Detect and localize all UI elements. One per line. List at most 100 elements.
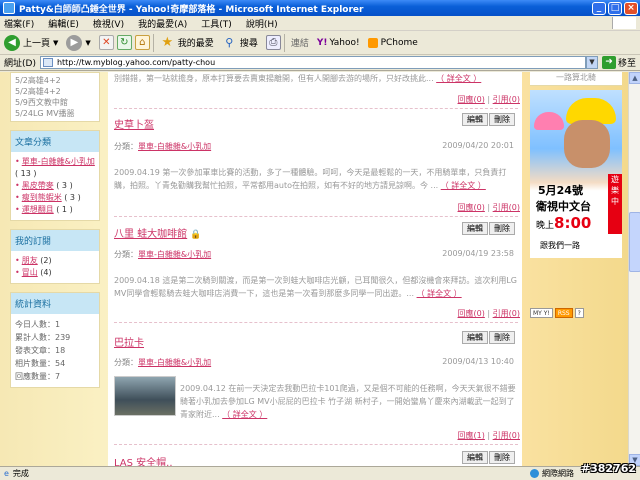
post-excerpt: 2009.04.19 第一次參加軍車比賽的活動，多了一種體驗。呵呵，今天是最輕鬆… (114, 166, 518, 192)
close-button[interactable]: × (624, 1, 638, 15)
category-label: 分類： (114, 358, 138, 367)
stat-photos: 相片數量：54 (15, 359, 66, 368)
status-text: 完成 (12, 469, 29, 478)
delete-button[interactable]: 刪除 (489, 451, 515, 464)
scroll-up-icon[interactable]: ▲ (629, 72, 640, 84)
subscription-link[interactable]: 冒山 (22, 268, 38, 277)
address-url: http://tw.myblog.yahoo.com/patty-chou (56, 58, 216, 67)
post-meta: 分類：單車-白雜雜&小乳加 2009/04/19 23:58 (114, 249, 514, 260)
delete-button[interactable]: 刪除 (489, 113, 515, 126)
post-date: 2009/04/19 23:58 (442, 249, 514, 258)
lock-icon: 🔒 (190, 230, 202, 240)
read-more-link[interactable]: （ 詳全文 ） (436, 74, 481, 83)
post-category-link[interactable]: 單車-白雜雜&小乳加 (138, 142, 211, 151)
search-label: 搜尋 (239, 39, 258, 49)
left-sidebar: 5/2高雄4+2 5/2高雄4+2 5/9西文教中館 5/24LG MV播噐 文… (10, 72, 100, 396)
post-actions: 回應(0) | 引用(0) (457, 309, 520, 318)
subscriptions-title: 我的訂閱 (11, 230, 99, 251)
subscription-item: • 朋友 (2) (15, 256, 52, 265)
printer-icon[interactable]: ⎙ (265, 35, 281, 50)
read-more-link[interactable]: （ 詳全文 ） (417, 289, 462, 298)
category-link[interactable]: 黑皮帶麥 (22, 181, 54, 190)
delete-button[interactable]: 刪除 (489, 331, 515, 344)
post-divider (114, 216, 518, 217)
edit-button[interactable]: 編輯 (462, 222, 488, 235)
right-widget-title: 一路算北騎 (530, 72, 622, 86)
category-link[interactable]: 瘦到熊蝦米 (22, 193, 62, 202)
forward-arrow-icon: ▶ (66, 34, 83, 51)
category-link[interactable]: 單車-白雜雜&小乳加 (22, 157, 95, 166)
stop-icon[interactable]: ✕ (98, 35, 114, 50)
category-link[interactable]: 運想翻且 (22, 205, 54, 214)
right-sidebar: 一路算北騎 5月24號 衛視中文台 晚上8:00 跟我們一路 遊樂中 MY Y!… (530, 72, 622, 318)
search-button[interactable]: ⚲ 搜尋 (222, 35, 258, 50)
delete-button[interactable]: 刪除 (489, 222, 515, 235)
address-input[interactable]: http://tw.myblog.yahoo.com/patty-chou (39, 56, 586, 69)
read-more-link[interactable]: （ 詳全文 ） (222, 410, 267, 419)
vertical-scrollbar[interactable]: ▲ ▼ (628, 72, 640, 466)
ad-time-value: 8:00 (554, 214, 592, 232)
post-title[interactable]: 八里 蛙大咖啡館 (114, 229, 187, 240)
yahoo-label: Yahoo! (329, 37, 360, 48)
maximize-button[interactable]: □ (608, 1, 622, 15)
post-title[interactable]: LAS 安全帽.. (114, 458, 173, 466)
scroll-thumb[interactable] (629, 212, 640, 272)
refresh-icon[interactable]: ↻ (116, 35, 132, 50)
star-icon: ★ (161, 35, 174, 50)
menu-help[interactable]: 說明(H) (246, 17, 278, 30)
recent-item[interactable]: 5/2高雄4+2 (15, 86, 95, 97)
home-icon[interactable]: ⌂ (134, 35, 150, 50)
address-bar: 網址(D) http://tw.myblog.yahoo.com/patty-c… (0, 55, 640, 71)
recent-item[interactable]: 5/9西文教中館 (15, 97, 95, 108)
back-dropdown-icon[interactable]: ▼ (53, 39, 58, 47)
post-category-link[interactable]: 單車-白雜雜&小乳加 (138, 250, 211, 259)
post-date: 2009/04/20 20:01 (442, 141, 514, 150)
edit-button[interactable]: 編輯 (462, 331, 488, 344)
ad-banner[interactable]: 5月24號 衛視中文台 晚上8:00 跟我們一路 遊樂中 (530, 90, 622, 258)
address-dropdown-icon[interactable]: ▼ (585, 56, 598, 69)
ad-time: 晚上8:00 (536, 214, 591, 232)
reply-link[interactable]: 回應(0) (458, 95, 485, 104)
menu-view[interactable]: 檢視(V) (93, 17, 124, 30)
recent-list: 5/2高雄4+2 5/2高雄4+2 5/9西文教中館 5/24LG MV播噐 (10, 72, 100, 122)
recent-item[interactable]: 5/24LG MV播噐 (15, 108, 95, 119)
menu-file[interactable]: 檔案(F) (4, 17, 34, 30)
menu-favorites[interactable]: 我的最愛(A) (138, 17, 187, 30)
category-item: • 瘦到熊蝦米 ( 3 ) (15, 193, 81, 202)
post-category-link[interactable]: 單車-白雜雜&小乳加 (138, 358, 211, 367)
menu-edit[interactable]: 編輯(E) (48, 17, 79, 30)
forward-button[interactable]: ▶ ▼ (66, 34, 91, 51)
subscription-link[interactable]: 朋友 (22, 256, 38, 265)
forward-dropdown-icon[interactable]: ▼ (85, 39, 90, 47)
help-badge[interactable]: ? (574, 308, 584, 318)
internet-zone: 網際網路 (530, 467, 574, 480)
quote-link[interactable]: 引用(0) (493, 309, 520, 318)
rss-badge[interactable]: RSS (554, 308, 573, 318)
quote-link[interactable]: 引用(0) (493, 95, 520, 104)
reply-link[interactable]: 回應(0) (458, 309, 485, 318)
post-title[interactable]: 史草卜盔 (114, 120, 154, 131)
post-thumbnail[interactable] (114, 376, 176, 416)
address-label: 網址(D) (4, 59, 36, 69)
my-yahoo-badge[interactable]: MY Y! (530, 308, 553, 318)
edit-button[interactable]: 編輯 (462, 113, 488, 126)
back-button[interactable]: ◀ 上一頁 ▼ (4, 34, 58, 51)
ie-icon (3, 2, 15, 14)
recent-item[interactable]: 5/2高雄4+2 (15, 75, 95, 86)
quote-link[interactable]: 引用(0) (493, 431, 520, 440)
menu-tools[interactable]: 工具(T) (201, 17, 232, 30)
pchome-link[interactable]: PChome (367, 37, 418, 48)
yahoo-icon: Y! (316, 37, 328, 48)
category-item: • 黑皮帶麥 ( 3 ) (15, 181, 73, 190)
reply-link[interactable]: 回應(1) (458, 431, 485, 440)
yahoo-link[interactable]: Y! Yahoo! (317, 38, 360, 48)
minimize-button[interactable]: _ (592, 1, 606, 15)
quote-link[interactable]: 引用(0) (493, 203, 520, 212)
search-icon: ⚲ (225, 36, 234, 49)
read-more-link[interactable]: （ 詳全文 ） (441, 181, 486, 190)
go-button[interactable]: ➜ 移至 (601, 56, 636, 69)
edit-button[interactable]: 編輯 (462, 451, 488, 464)
favorites-button[interactable]: ★ 我的最愛 (160, 35, 213, 50)
reply-link[interactable]: 回應(0) (458, 203, 485, 212)
post-title[interactable]: 巴拉卡 (114, 338, 144, 349)
